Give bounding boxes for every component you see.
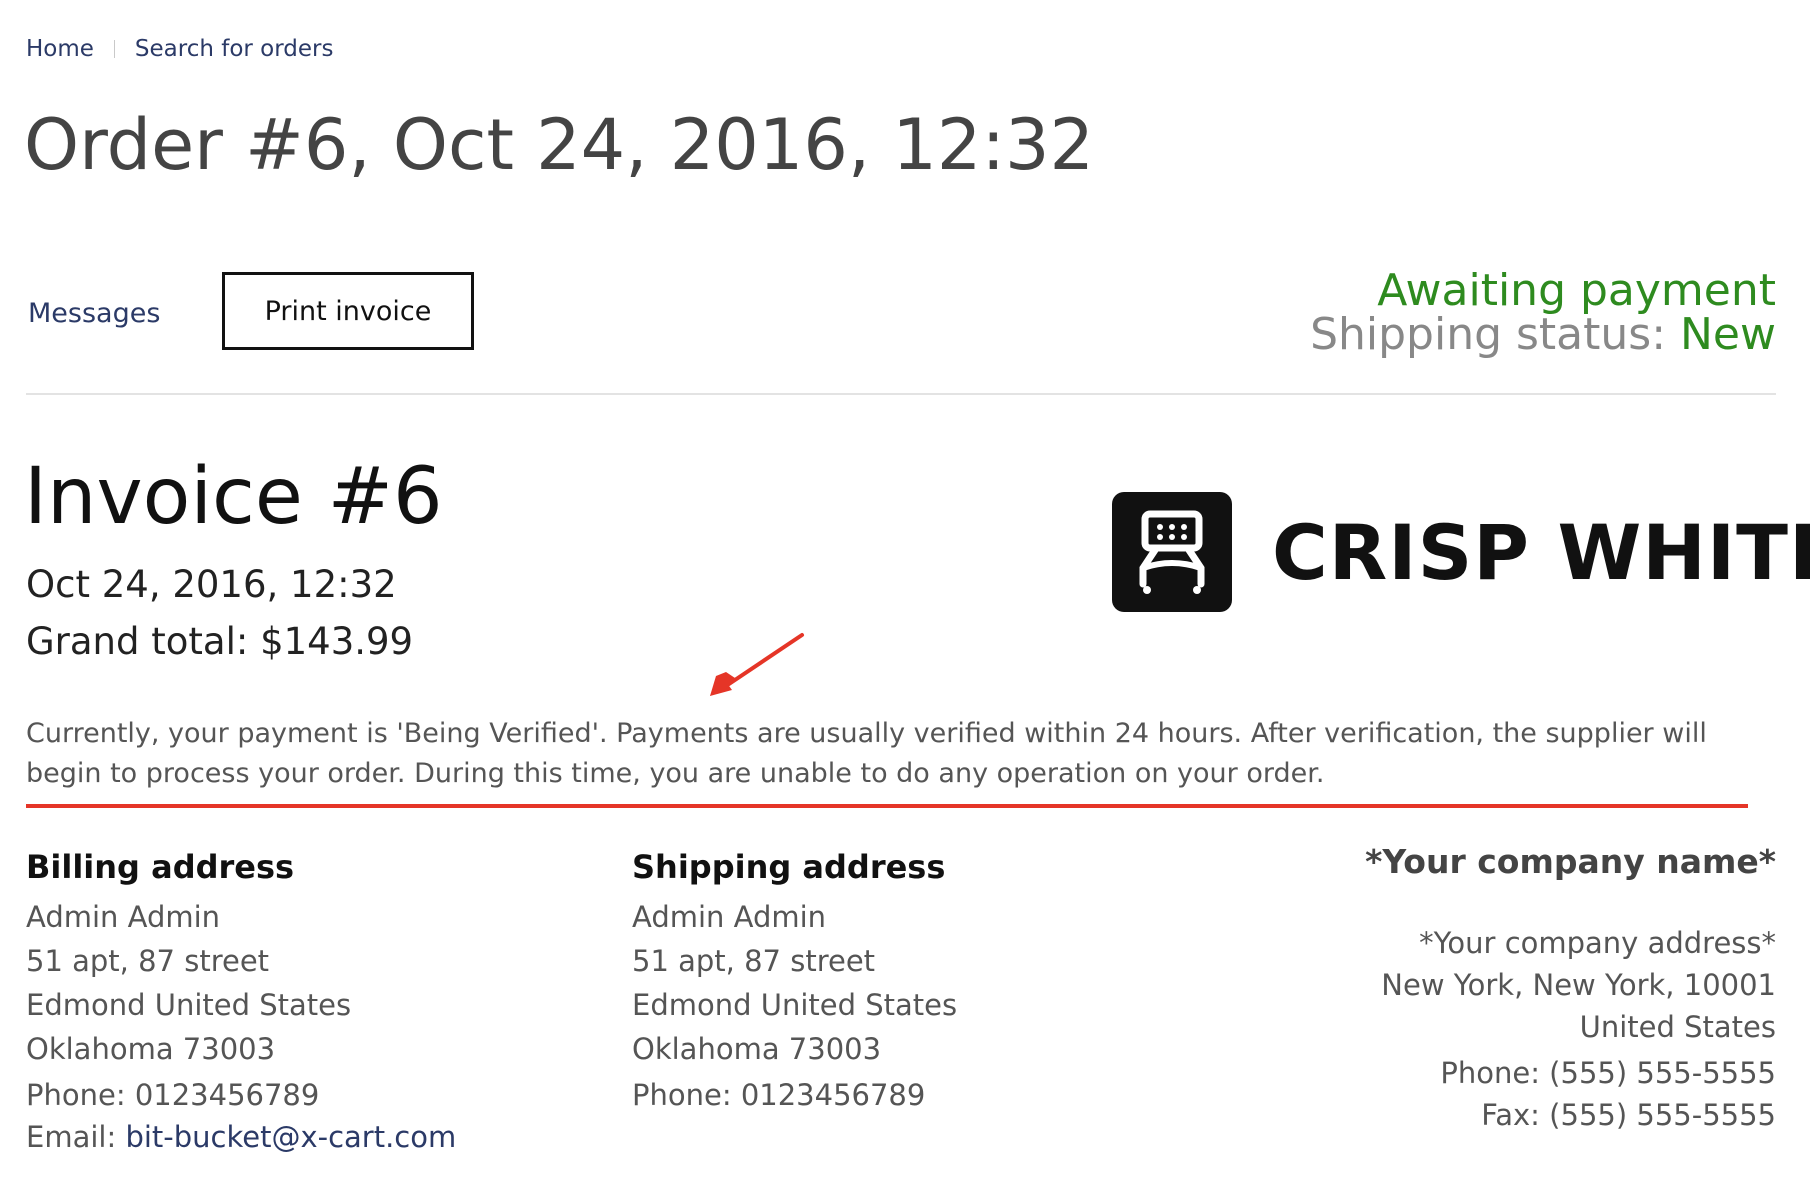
billing-phone: Phone: 0123456789 — [26, 1078, 320, 1112]
billing-state-zip: Oklahoma 73003 — [26, 1032, 276, 1066]
logo-text: CRISP WHITE — [1272, 507, 1810, 597]
billing-name: Admin Admin — [26, 900, 221, 934]
print-invoice-button[interactable]: Print invoice — [222, 272, 474, 350]
shipping-state-zip: Oklahoma 73003 — [632, 1032, 882, 1066]
invoice-date: Oct 24, 2016, 12:32 — [26, 563, 397, 606]
page-title: Order #6, Oct 24, 2016, 12:32 — [24, 104, 1095, 186]
billing-email-link[interactable]: bit-bucket@x-cart.com — [125, 1120, 456, 1154]
company-info: *Your company address* New York, New Yor… — [1381, 926, 1776, 1132]
messages-link[interactable]: Messages — [28, 298, 160, 329]
annotation-underline — [26, 804, 1748, 808]
billing-address-heading: Billing address — [26, 848, 295, 886]
company-fax: Fax: (555) 555-5555 — [1481, 1098, 1776, 1132]
shipping-status-label: Shipping status: — [1310, 309, 1667, 360]
company-city: New York, New York, 10001 — [1381, 968, 1776, 1002]
payment-notice: Currently, your payment is 'Being Verifi… — [26, 718, 1707, 789]
billing-address: Billing address Admin Admin 51 apt, 87 s… — [26, 848, 456, 1154]
breadcrumb-home-link[interactable]: Home — [26, 36, 94, 62]
shipping-status-value: New — [1680, 309, 1776, 360]
store-logo: CRISP WHITE — [1112, 492, 1810, 612]
breadcrumb-search-orders-link[interactable]: Search for orders — [135, 36, 334, 62]
shipping-name: Admin Admin — [632, 900, 827, 934]
shipping-street: 51 apt, 87 street — [632, 944, 876, 978]
shipping-city-country: Edmond United States — [632, 988, 958, 1022]
breadcrumb: Home Search for orders — [26, 36, 334, 62]
order-status: Awaiting payment Shipping status: New — [1310, 265, 1776, 358]
billing-email-label: Email: — [26, 1120, 126, 1154]
grand-total: Grand total: $143.99 — [26, 620, 414, 663]
annotation-arrow — [710, 633, 804, 696]
billing-email: Email: bit-bucket@x-cart.com — [26, 1120, 456, 1154]
section-divider — [26, 393, 1776, 395]
payment-status: Awaiting payment — [1377, 265, 1776, 316]
breadcrumb-separator — [113, 40, 115, 58]
billing-street: 51 apt, 87 street — [26, 944, 270, 978]
shipping-address: Shipping address Admin Admin 51 apt, 87 … — [632, 848, 957, 1112]
shipping-status: Shipping status: New — [1310, 312, 1776, 358]
invoice-title: Invoice #6 — [24, 452, 443, 542]
company-address: *Your company address* — [1419, 926, 1776, 960]
billing-city-country: Edmond United States — [26, 988, 352, 1022]
company-country: United States — [1579, 1010, 1776, 1044]
shipping-phone: Phone: 0123456789 — [632, 1078, 926, 1112]
company-name: *Your company name* — [1365, 842, 1776, 881]
company-phone: Phone: (555) 555-5555 — [1440, 1056, 1776, 1090]
shipping-address-heading: Shipping address — [632, 848, 946, 886]
cart-logo-icon — [1112, 492, 1232, 612]
